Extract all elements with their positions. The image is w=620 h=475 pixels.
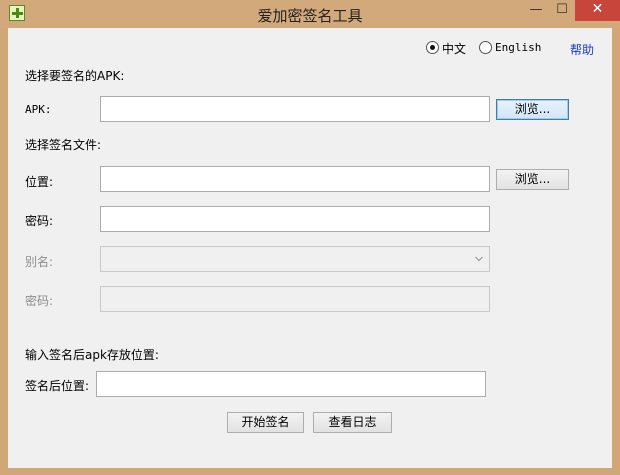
apk-path-input[interactable]: [100, 96, 490, 122]
app-window: 爱加密签名工具 — ☐ ✕ 中文 English 帮助 选择要签名的APK: A…: [0, 0, 620, 475]
radio-english-label[interactable]: English: [495, 41, 541, 54]
close-button[interactable]: ✕: [575, 0, 620, 21]
apk-browse-button[interactable]: 浏览...: [496, 99, 569, 120]
view-log-button[interactable]: 查看日志: [313, 412, 392, 433]
apk-label: APK:: [25, 103, 52, 116]
alias-password-label: 密码:: [25, 294, 54, 308]
title-bar[interactable]: 爱加密签名工具 — ☐ ✕: [0, 0, 620, 28]
keystore-location-label: 位置:: [25, 175, 54, 189]
output-location-label: 签名后位置:: [25, 379, 90, 393]
keystore-password-input[interactable]: [100, 206, 490, 232]
alias-label: 别名:: [25, 255, 54, 269]
apk-section-heading: 选择要签名的APK:: [25, 69, 125, 83]
alias-password-input[interactable]: [100, 286, 490, 312]
chevron-down-icon: [475, 256, 483, 262]
radio-english[interactable]: [479, 41, 492, 54]
start-sign-button[interactable]: 开始签名: [227, 412, 304, 433]
sign-file-section-heading: 选择签名文件:: [25, 138, 102, 152]
radio-chinese[interactable]: [426, 41, 439, 54]
keystore-password-label: 密码:: [25, 214, 54, 228]
minimize-button[interactable]: —: [523, 0, 549, 21]
output-location-input[interactable]: [96, 371, 486, 397]
keystore-location-input[interactable]: [100, 166, 490, 192]
output-section-heading: 输入签名后apk存放位置:: [25, 348, 159, 362]
main-panel: 中文 English 帮助 选择要签名的APK: APK: 浏览... 选择签名…: [8, 28, 612, 468]
alias-select[interactable]: [100, 246, 490, 272]
maximize-button[interactable]: ☐: [549, 0, 575, 21]
radio-chinese-label[interactable]: 中文: [442, 40, 466, 57]
keystore-browse-button[interactable]: 浏览...: [496, 169, 569, 190]
help-link[interactable]: 帮助: [570, 41, 594, 58]
